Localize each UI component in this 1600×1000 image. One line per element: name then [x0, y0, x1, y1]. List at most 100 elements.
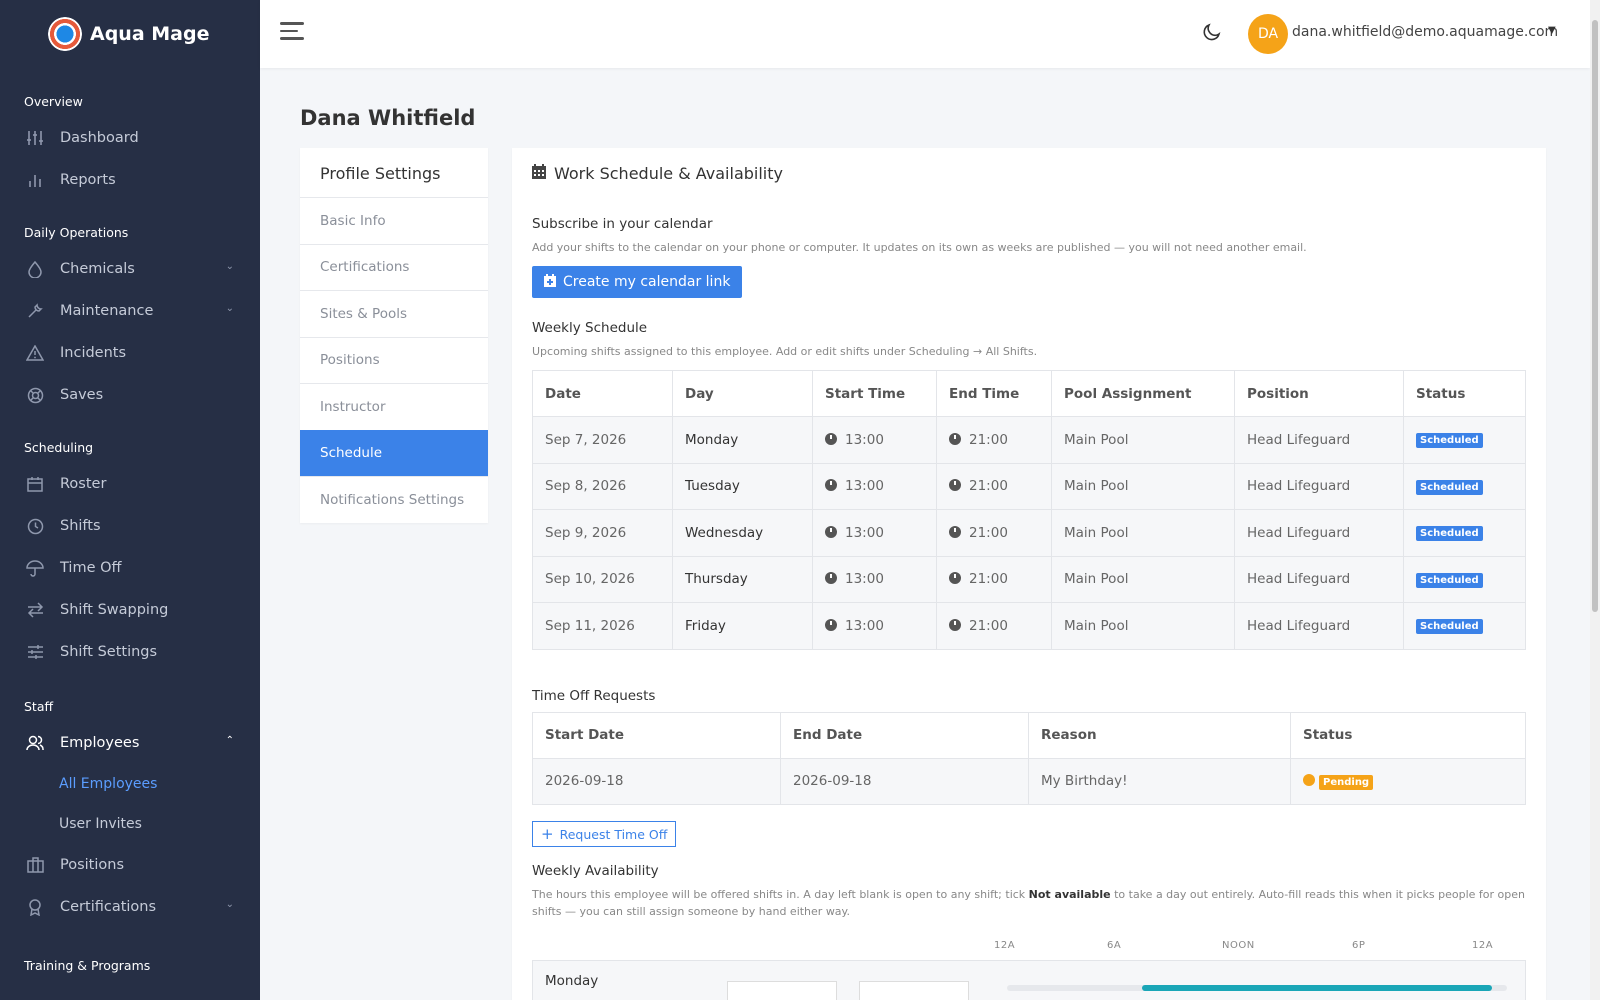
sidebar-item-positions[interactable]: Positions	[0, 844, 260, 886]
settings-link-positions[interactable]: Positions	[300, 336, 488, 384]
warning-triangle-icon	[24, 342, 46, 364]
cell-day: Friday	[672, 602, 813, 650]
sidebar-item-label: Roster	[60, 476, 107, 492]
sidebar-item-employees[interactable]: Employees ⌃	[0, 722, 260, 764]
card-title: Work Schedule & Availability	[532, 148, 1526, 198]
hamburger-menu-icon[interactable]	[280, 22, 304, 42]
create-calendar-link-button[interactable]: Create my calendar link	[532, 266, 743, 298]
cell-start: 13:00	[812, 416, 937, 464]
col-header-position[interactable]: Position	[1234, 370, 1404, 417]
sidebar-item-shifts[interactable]: Shifts	[0, 505, 260, 547]
sidebar-item-label: Time Off	[60, 560, 122, 576]
sidebar-item-certifications[interactable]: Certifications ⌄	[0, 886, 260, 928]
clock-icon	[825, 618, 837, 631]
users-icon	[24, 732, 46, 754]
brand[interactable]: Aqua Mage	[0, 0, 260, 68]
col-header-start-date[interactable]: Start Date	[532, 711, 781, 759]
end-time: 21:00	[969, 431, 1008, 448]
schedule-card: Work Schedule & Availability Subscribe i…	[512, 148, 1546, 1000]
sidebar-item-reports[interactable]: Reports	[0, 159, 260, 201]
settings-link-schedule[interactable]: Schedule	[300, 429, 488, 476]
profile-settings-title: Profile Settings	[320, 164, 441, 183]
axis-label: NOON	[1222, 940, 1255, 951]
col-header-date[interactable]: Date	[532, 370, 673, 417]
sidebar-item-shift-settings[interactable]: Shift Settings	[0, 631, 260, 673]
table-row[interactable]: Sep 10, 2026 Thursday 13:00 21:00 Main P…	[532, 555, 1526, 603]
col-header-start-time[interactable]: Start Time	[812, 370, 937, 417]
col-header-end-date[interactable]: End Date	[780, 711, 1029, 759]
availability-start-input[interactable]	[727, 981, 837, 1000]
request-time-off-button[interactable]: + Request Time Off	[532, 821, 677, 847]
cell-pool: Main Pool	[1051, 462, 1235, 510]
availability-bar[interactable]	[1007, 985, 1507, 991]
user-email[interactable]: dana.whitfield@demo.aquamage.com	[1292, 24, 1558, 40]
topbar: DA dana.whitfield@demo.aquamage.com ▼	[260, 0, 1590, 68]
settings-link-sites-pools[interactable]: Sites & Pools	[300, 290, 488, 337]
sidebar-item-maintenance[interactable]: Maintenance ⌄	[0, 290, 260, 332]
sidebar-subitem-all-employees[interactable]: All Employees	[0, 764, 260, 804]
chevron-down-icon: ⌄	[225, 303, 234, 314]
sidebar-item-dashboard[interactable]: Dashboard	[0, 117, 260, 159]
sidebar-item-label: Saves	[60, 387, 104, 403]
col-header-status[interactable]: Status	[1290, 711, 1526, 759]
col-header-pool[interactable]: Pool Assignment	[1051, 370, 1235, 417]
brand-logo-icon	[48, 17, 82, 51]
sidebar-item-label: Certifications	[60, 899, 157, 915]
clock-icon	[825, 572, 837, 585]
sidebar-item-label: Employees	[60, 735, 140, 751]
cell-date: Sep 7, 2026	[532, 416, 673, 464]
start-time: 13:00	[845, 617, 884, 634]
availability-range-fill[interactable]	[1142, 985, 1492, 991]
wrench-icon	[24, 300, 46, 322]
cell-date: Sep 9, 2026	[532, 509, 673, 557]
table-row[interactable]: Sep 11, 2026 Friday 13:00 21:00 Main Poo…	[532, 602, 1526, 650]
cell-start: 13:00	[812, 462, 937, 510]
pending-clock-icon	[1303, 773, 1315, 786]
col-header-end-time[interactable]: End Time	[936, 370, 1052, 417]
axis-label: 12A	[1472, 940, 1494, 951]
clock-icon	[825, 525, 837, 538]
table-row[interactable]: Sep 8, 2026 Tuesday 13:00 21:00 Main Poo…	[532, 462, 1526, 510]
cell-status: Scheduled	[1403, 555, 1526, 603]
cell-status: Scheduled	[1403, 462, 1526, 510]
sidebar-item-roster[interactable]: Roster	[0, 463, 260, 505]
end-time: 21:00	[969, 571, 1008, 588]
sidebar-item-chemicals[interactable]: Chemicals ⌄	[0, 248, 260, 290]
availability-end-input[interactable]	[859, 981, 969, 1000]
weekly-schedule-heading: Weekly Schedule	[532, 320, 648, 336]
weekly-schedule-table: Date Day Start Time End Time Pool Assign…	[532, 370, 1526, 650]
cell-end: 21:00	[936, 602, 1052, 650]
cell-start-date: 2026-09-18	[532, 757, 781, 805]
cell-end: 21:00	[936, 462, 1052, 510]
table-row[interactable]: 2026-09-18 2026-09-18 My Birthday! Pendi…	[532, 757, 1526, 805]
scrollbar-thumb[interactable]	[1592, 20, 1598, 612]
cell-end: 21:00	[936, 416, 1052, 464]
table-row[interactable]: Sep 9, 2026 Wednesday 13:00 21:00 Main P…	[532, 509, 1526, 557]
chevron-down-icon[interactable]: ▼	[1548, 25, 1556, 36]
avatar[interactable]: DA	[1248, 14, 1288, 54]
cell-day: Wednesday	[672, 509, 813, 557]
settings-link-instructor[interactable]: Instructor	[300, 383, 488, 430]
settings-link-notifications[interactable]: Notifications Settings	[300, 476, 488, 523]
dark-mode-toggle-icon[interactable]	[1202, 22, 1224, 44]
sidebar-item-saves[interactable]: Saves	[0, 374, 260, 416]
sidebar-item-label: Incidents	[60, 345, 127, 361]
sidebar-item-label: Maintenance	[60, 303, 154, 319]
settings-link-basic-info[interactable]: Basic Info	[300, 197, 488, 244]
sidebar-item-shift-swapping[interactable]: Shift Swapping	[0, 589, 260, 631]
page-scrollbar[interactable]	[1590, 0, 1600, 1000]
settings-link-certifications[interactable]: Certifications	[300, 243, 488, 291]
cell-start: 13:00	[812, 555, 937, 603]
table-row[interactable]: Sep 7, 2026 Monday 13:00 21:00 Main Pool…	[532, 416, 1526, 464]
col-header-status[interactable]: Status	[1403, 370, 1526, 417]
calendar-icon	[24, 473, 46, 495]
sidebar-item-incidents[interactable]: Incidents	[0, 332, 260, 374]
col-header-reason[interactable]: Reason	[1028, 711, 1291, 759]
col-header-day[interactable]: Day	[672, 370, 813, 417]
cell-status: Scheduled	[1403, 602, 1526, 650]
cell-end: 21:00	[936, 509, 1052, 557]
cell-status: Pending	[1290, 757, 1526, 805]
sidebar-item-time-off[interactable]: Time Off	[0, 547, 260, 589]
sidebar-subitem-user-invites[interactable]: User Invites	[0, 804, 260, 844]
status-badge: Scheduled	[1416, 572, 1483, 588]
